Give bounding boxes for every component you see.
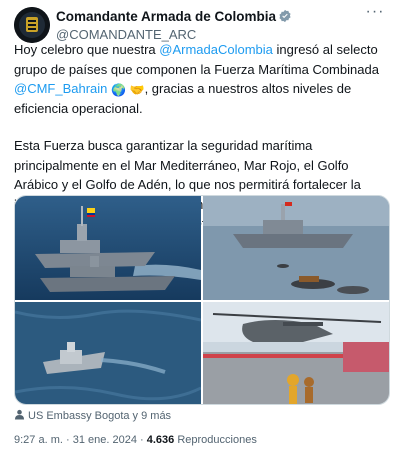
mention-armadacolombia[interactable]: @ArmadaColombia: [159, 42, 273, 57]
handshake-emoji-icon: 🤝: [129, 83, 145, 97]
person-tag-icon: [14, 409, 25, 420]
tagged-users[interactable]: US Embassy Bogota y 9 más: [14, 408, 171, 424]
tweet-date[interactable]: 31 ene. 2024: [73, 434, 137, 446]
tweet-metadata: 9:27 a. m. · 31 ene. 2024 · 4.636 Reprod…: [14, 432, 257, 448]
paragraph-1: Hoy celebro que nuestra @ArmadaColombia …: [14, 42, 379, 116]
media-grid: [14, 195, 390, 405]
anchor-logo-icon: [14, 7, 50, 43]
photo-warships[interactable]: [15, 196, 201, 300]
more-options-icon[interactable]: ···: [364, 4, 386, 23]
views-label: Reproducciones: [177, 434, 257, 446]
photo-helicopter[interactable]: [203, 302, 389, 404]
meta-separator: ·: [140, 434, 144, 446]
views-count: 4.636: [146, 434, 175, 446]
verified-badge-icon: [278, 9, 292, 27]
display-name[interactable]: Comandante Armada de Colombia: [56, 8, 292, 27]
tweet-card[interactable]: Comandante Armada de Colombia @COMANDANT…: [0, 0, 400, 457]
photo-ship-overhead[interactable]: [15, 302, 201, 404]
tweet-time[interactable]: 9:27 a. m.: [14, 434, 63, 446]
meta-separator: ·: [65, 434, 70, 446]
avatar[interactable]: [14, 7, 50, 43]
globe-emoji-icon: 🌍: [111, 83, 126, 97]
photo-patrol-ship[interactable]: [203, 196, 389, 300]
tweet-header: Comandante Armada de Colombia @COMANDANT…: [14, 4, 386, 43]
mention-cmf-bahrain[interactable]: @CMF_Bahrain: [14, 81, 107, 96]
account-names: Comandante Armada de Colombia @COMANDANT…: [56, 8, 292, 43]
